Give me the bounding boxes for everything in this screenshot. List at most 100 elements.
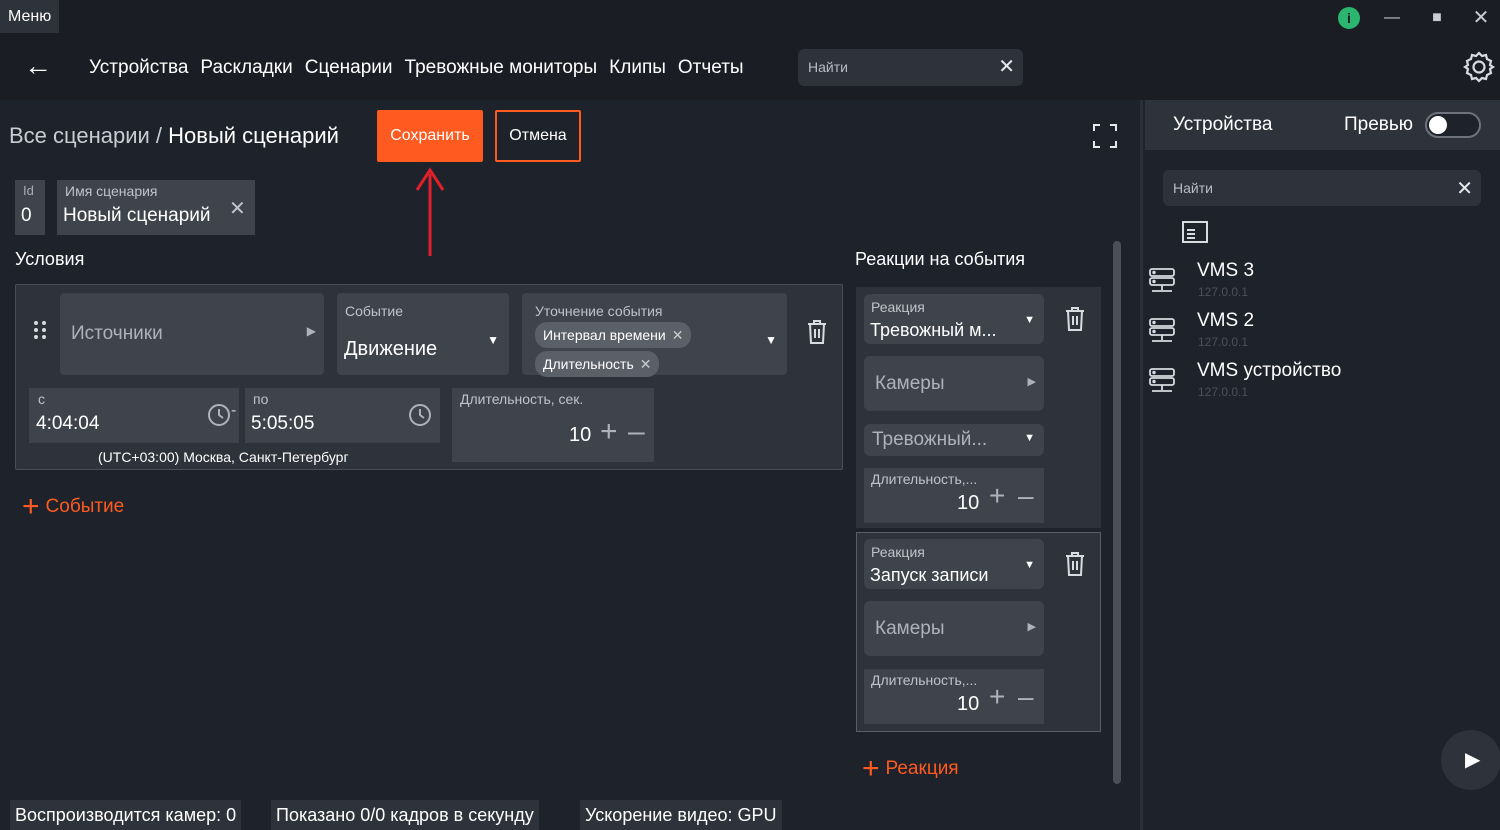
duration-label: Длительность, сек. <box>460 391 584 407</box>
close-window-icon[interactable]: ✕ <box>1466 6 1496 30</box>
plus-icon: + <box>862 752 880 785</box>
gear-icon[interactable] <box>1462 50 1496 84</box>
device-item[interactable]: VMS устройство 127.0.0.1 <box>1148 360 1488 408</box>
reaction-label: Реакция <box>871 299 925 315</box>
reaction-value: Тревожный м... <box>870 320 997 340</box>
event-refinement-select[interactable]: Уточнение события Интервал времени ✕ Длит… <box>522 293 787 377</box>
preview-toggle[interactable] <box>1425 112 1481 138</box>
nav-tabs: Устройства Раскладки Сценарии Тревожные … <box>89 57 744 79</box>
cameras-label: Камеры <box>875 618 945 639</box>
remove-chip-icon[interactable]: ✕ <box>640 356 652 372</box>
caret-down-icon: ▼ <box>765 333 777 347</box>
tab-clips[interactable]: Клипы <box>609 57 666 79</box>
devices-panel-header: Устройства Превью <box>1145 100 1500 150</box>
chip-duration: Длительность ✕ <box>535 351 660 377</box>
add-reaction-button[interactable]: + Реакция <box>862 752 959 786</box>
clock-icon[interactable] <box>408 403 432 427</box>
refinement-label: Уточнение события <box>535 303 663 319</box>
trash-icon[interactable] <box>1064 551 1086 577</box>
reactions-title: Реакции на события <box>855 249 1025 269</box>
scrollbar[interactable] <box>1113 241 1121 784</box>
reaction-type-select[interactable]: Реакция Тревожный м... ▼ <box>864 294 1044 344</box>
tab-reports[interactable]: Отчеты <box>678 57 744 79</box>
time-from-field[interactable]: с 4:04:04 <box>29 388 239 443</box>
reaction-card: Реакция Тревожный м... ▼ Камеры ▶ Тревож… <box>856 287 1101 528</box>
scenario-name-value[interactable]: Новый сценарий <box>63 205 211 227</box>
maximize-icon[interactable]: ■ <box>1422 6 1452 30</box>
menu-button[interactable]: Меню <box>0 0 60 33</box>
add-reaction-label: Реакция <box>885 758 959 779</box>
panel-divider[interactable] <box>1140 100 1143 830</box>
trash-icon[interactable] <box>1064 306 1086 332</box>
plus-icon: + <box>22 490 40 523</box>
breadcrumb-parent[interactable]: Все сценарии / <box>9 123 168 148</box>
clock-icon[interactable] <box>207 403 231 427</box>
drag-handle-icon[interactable] <box>33 320 47 340</box>
tab-alarm-monitors[interactable]: Тревожные мониторы <box>405 57 598 79</box>
device-item[interactable]: VMS 3 127.0.0.1 <box>1148 260 1488 308</box>
minus-icon[interactable]: – <box>1018 480 1034 512</box>
reaction-duration-stepper: Длительность,... 10 + – <box>864 468 1044 523</box>
trash-icon[interactable] <box>806 319 828 345</box>
server-icon <box>1149 318 1175 342</box>
fullscreen-icon[interactable] <box>1092 123 1118 149</box>
save-button[interactable]: Сохранить <box>377 110 483 162</box>
timezone-label: (UTC+03:00) Москва, Санкт-Петербург <box>98 449 349 465</box>
breadcrumb-current: Новый сценарий <box>168 123 339 148</box>
reaction-type-select[interactable]: Реакция Запуск записи ▼ <box>864 539 1044 589</box>
chip-label: Интервал времени <box>543 327 666 343</box>
time-to-field[interactable]: по 5:05:05 <box>245 388 440 443</box>
clear-search-icon[interactable]: ✕ <box>1456 176 1473 201</box>
duration-stepper: Длительность, сек. 10 + – <box>452 388 654 462</box>
minus-icon[interactable]: – <box>628 415 645 449</box>
sources-label: Источники <box>71 323 163 344</box>
duration-value[interactable]: 10 <box>569 424 591 447</box>
tab-layouts[interactable]: Раскладки <box>200 57 292 79</box>
chip-label: Длительность <box>543 356 634 372</box>
condition-card: Источники ▶ Событие Движение ▼ Уточнение… <box>15 284 843 470</box>
from-value[interactable]: 4:04:04 <box>36 413 99 435</box>
device-item[interactable]: VMS 2 127.0.0.1 <box>1148 310 1488 358</box>
reaction-duration-value[interactable]: 10 <box>957 492 979 515</box>
info-icon[interactable]: i <box>1338 7 1360 29</box>
reaction-duration-value[interactable]: 10 <box>957 693 979 716</box>
tab-scenarios[interactable]: Сценарии <box>305 57 393 79</box>
sources-selector[interactable]: Источники ▶ <box>60 293 324 375</box>
scenario-name-field[interactable]: Имя сценария Новый сценарий ✕ <box>57 180 255 235</box>
minus-icon[interactable]: – <box>1018 681 1034 713</box>
devices-panel-title: Устройства <box>1173 114 1273 135</box>
to-label: по <box>253 391 269 407</box>
plus-icon[interactable]: + <box>989 681 1005 713</box>
remove-chip-icon[interactable]: ✕ <box>672 327 684 343</box>
title-bar <box>0 0 1500 36</box>
plus-icon[interactable]: + <box>989 480 1005 512</box>
top-search-input[interactable] <box>808 57 988 77</box>
device-group-icon[interactable] <box>1180 219 1210 245</box>
to-value[interactable]: 5:05:05 <box>251 413 314 435</box>
cancel-button[interactable]: Отмена <box>495 110 581 162</box>
tab-devices[interactable]: Устройства <box>89 57 188 79</box>
breadcrumb: Все сценарии / Новый сценарий <box>9 123 339 149</box>
cameras-selector[interactable]: Камеры ▶ <box>864 601 1044 656</box>
clear-name-icon[interactable]: ✕ <box>229 196 246 221</box>
server-icon <box>1149 368 1175 392</box>
clear-search-icon[interactable]: ✕ <box>998 56 1015 78</box>
minimize-icon[interactable]: — <box>1377 6 1407 30</box>
device-name: VMS устройство <box>1197 360 1342 381</box>
alarm-monitor-label: Тревожный... <box>872 429 988 450</box>
device-search-box: ✕ <box>1163 170 1481 206</box>
expand-panel-button[interactable]: ▶ <box>1441 730 1500 790</box>
caret-down-icon: ▼ <box>1024 314 1035 326</box>
scenario-name-label: Имя сценария <box>65 183 158 199</box>
chip-time-interval: Интервал времени ✕ <box>535 322 692 348</box>
event-select[interactable]: Событие Движение ▼ <box>337 293 509 375</box>
add-event-button[interactable]: + Событие <box>22 490 124 524</box>
device-search-input[interactable] <box>1173 178 1433 198</box>
from-label: с <box>38 391 45 407</box>
alarm-monitor-select[interactable]: Тревожный... ▼ <box>864 424 1044 456</box>
cameras-selector[interactable]: Камеры ▶ <box>864 356 1044 411</box>
back-arrow-icon[interactable]: ← <box>24 49 56 83</box>
plus-icon[interactable]: + <box>600 415 618 449</box>
status-acceleration: Ускорение видео: GPU <box>580 800 782 830</box>
server-icon <box>1149 268 1175 292</box>
